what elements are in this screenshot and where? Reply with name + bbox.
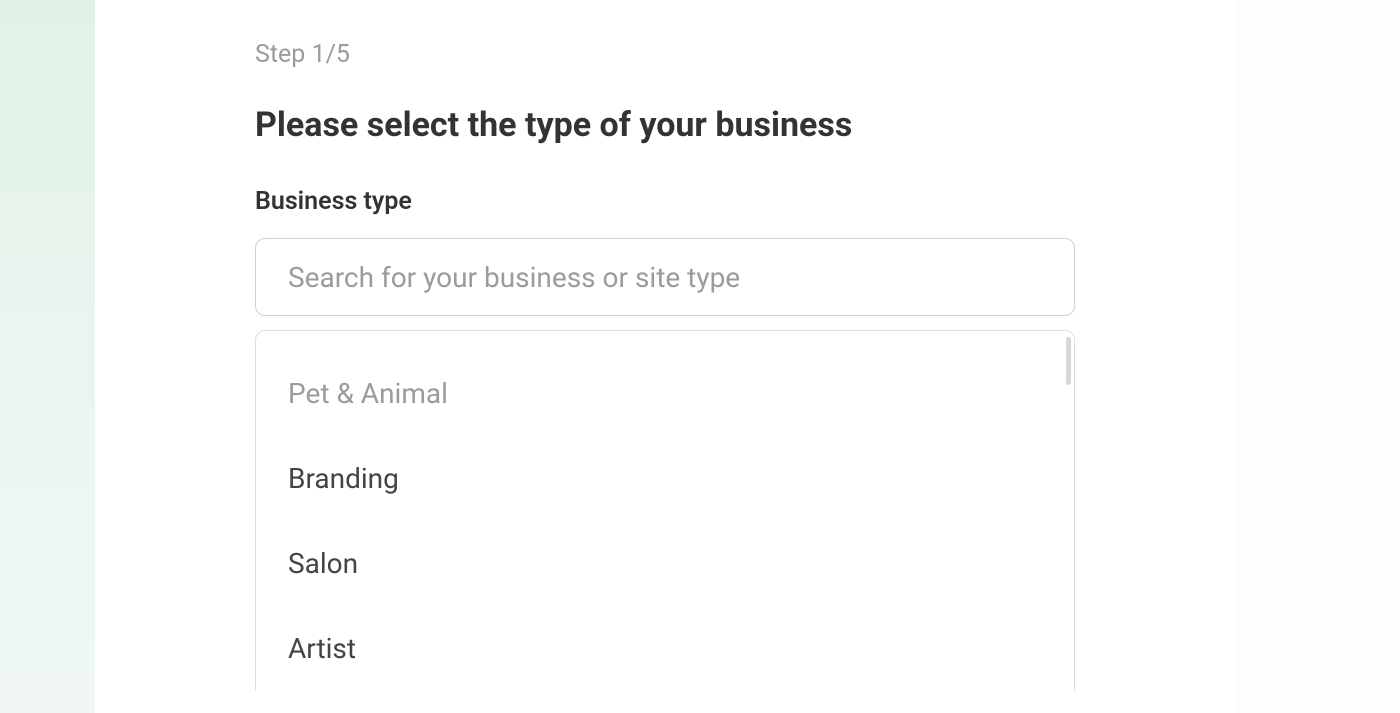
main-panel: Step 1/5 Please select the type of your … <box>95 0 1235 713</box>
step-indicator: Step 1/5 <box>255 40 1075 69</box>
page-heading: Please select the type of your business <box>255 105 1075 145</box>
right-edge-strip <box>1235 0 1400 713</box>
left-gradient-strip <box>0 0 95 713</box>
dropdown-item-artist[interactable]: Artist <box>256 606 1074 691</box>
dropdown-item-pet-animal[interactable]: Pet & Animal <box>256 351 1074 436</box>
page-container: Step 1/5 Please select the type of your … <box>0 0 1400 713</box>
dropdown-scroll: Pet & Animal Branding Salon Artist <box>256 331 1074 691</box>
dropdown-panel: Pet & Animal Branding Salon Artist <box>255 330 1075 691</box>
dropdown-item-branding[interactable]: Branding <box>256 436 1074 521</box>
dropdown-item-salon[interactable]: Salon <box>256 521 1074 606</box>
scrollbar-thumb[interactable] <box>1066 337 1071 385</box>
business-type-input[interactable] <box>255 238 1075 316</box>
business-type-label: Business type <box>255 187 1075 216</box>
